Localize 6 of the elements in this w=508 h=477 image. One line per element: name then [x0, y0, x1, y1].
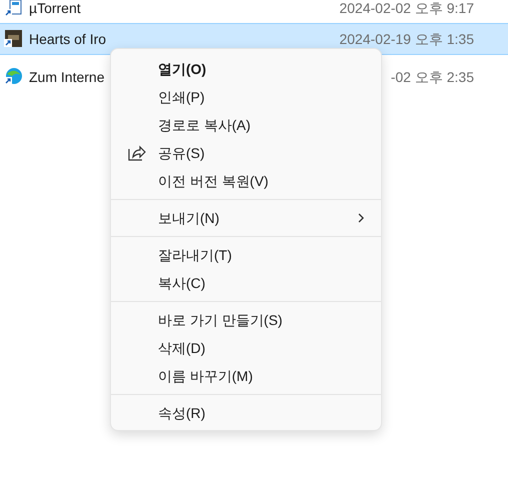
- modified-date: 2024-02-19 오후 1:35: [339, 30, 474, 48]
- modified-date: 2024-02-02 오후 9:17: [339, 0, 474, 17]
- file-name: Hearts of Iro: [29, 30, 106, 48]
- file-name: Zum Interne: [29, 68, 104, 86]
- modified-date: -02 오후 2:35: [390, 68, 474, 86]
- file-name: µTorrent: [29, 0, 81, 17]
